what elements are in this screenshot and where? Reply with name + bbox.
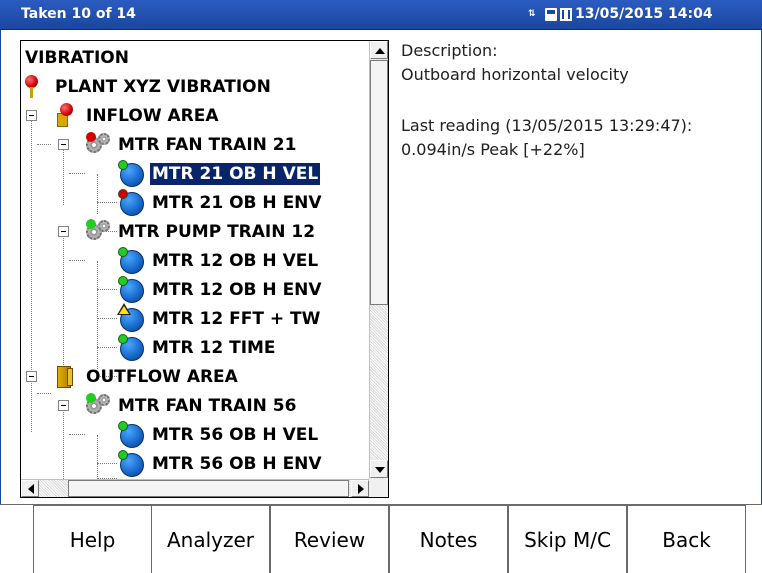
scroll-down-button[interactable] [370, 460, 388, 478]
main-content: VIBRATION PLANT XYZ VIBRATION INFLOW AREA M… [0, 30, 762, 504]
tree-node-vibration[interactable]: VIBRATION [23, 43, 131, 72]
tree-node-mtr-21-ob-h-vel[interactable]: MTR 21 OB H VEL [118, 159, 321, 188]
tree-guide-line [69, 173, 85, 174]
function-button-bar: Help Analyzer Review Notes Skip M/C Back [0, 504, 762, 573]
area-pin-icon [52, 102, 81, 129]
tree-node-outflow-area[interactable]: OUTFLOW AREA [52, 362, 240, 391]
tree-node-mtr-12-ob-h-env[interactable]: MTR 12 OB H ENV [118, 275, 324, 304]
details-panel: Description: Outboard horizontal velocit… [401, 39, 757, 162]
machine-gear-icon [84, 392, 113, 419]
tree-node-mtr-fan-train-21[interactable]: MTR FAN TRAIN 21 [84, 130, 298, 159]
tree-node-plant-xyz-vibration[interactable]: PLANT XYZ VIBRATION [21, 72, 273, 101]
tree-guide-line [97, 174, 98, 214]
help-button[interactable]: Help [33, 505, 152, 573]
tree-node-label: MTR PUMP TRAIN 12 [118, 221, 316, 242]
tree-guide-line [97, 463, 117, 464]
notes-button[interactable]: Notes [389, 505, 508, 573]
status-area: ⇅ 13/05/2015 14:04 [528, 6, 713, 22]
description-value: Outboard horizontal velocity [401, 65, 629, 84]
tree-node-mtr-12-fft-tw[interactable]: MTR 12 FFT + TW [117, 303, 322, 333]
tree-node-label: MTR 12 TIME [152, 337, 276, 358]
tree-node-label: MTR 21 OB H ENV [152, 192, 322, 213]
measurement-point-icon [118, 334, 147, 361]
tree-node-label: PLANT XYZ VIBRATION [55, 76, 271, 97]
scrollbar-corner [369, 479, 388, 497]
analyzer-button[interactable]: Analyzer [151, 505, 270, 573]
tree-node-mtr-56-ob-h-vel[interactable]: MTR 56 OB H VEL [118, 420, 320, 449]
measurement-point-icon [118, 450, 147, 477]
memory-card-icon [545, 7, 557, 21]
vertical-scroll-thumb[interactable] [370, 60, 388, 305]
tree-guide-line [63, 145, 64, 205]
last-reading-value: 0.094in/s Peak [+22%] [401, 140, 585, 159]
tree-guide-line [97, 347, 117, 348]
measurement-point-icon [118, 189, 147, 216]
route-tree[interactable]: VIBRATION PLANT XYZ VIBRATION INFLOW AREA M… [21, 41, 369, 479]
measurement-point-icon [118, 247, 147, 274]
tree-node-mtr-fan-train-56[interactable]: MTR FAN TRAIN 56 [84, 391, 298, 420]
skip-mc-button[interactable]: Skip M/C [508, 505, 627, 573]
tree-guide-line [37, 144, 51, 145]
area-folder-icon [52, 363, 81, 390]
tree-node-mtr-56-ob-h-env[interactable]: MTR 56 OB H ENV [118, 449, 324, 478]
tree-node-label: MTR 12 OB H ENV [152, 279, 322, 300]
machine-gear-icon [84, 218, 113, 245]
scroll-right-button[interactable] [351, 480, 369, 497]
tree-node-mtr-12-ob-h-vel[interactable]: MTR 12 OB H VEL [118, 246, 320, 275]
tree-guide-line [97, 318, 117, 319]
horizontal-scrollbar[interactable] [21, 479, 369, 497]
tree-node-label: VIBRATION [25, 47, 129, 68]
tree-guide-line [97, 261, 98, 369]
description-label: Description: [401, 41, 498, 60]
title-text: Taken 10 of 14 [21, 6, 136, 22]
vertical-scrollbar[interactable] [369, 41, 388, 479]
machine-gear-icon [84, 131, 113, 158]
measurement-point-icon [118, 421, 147, 448]
last-reading-label: Last reading (13/05/2015 13:29:47): [401, 116, 693, 135]
back-button[interactable]: Back [627, 505, 746, 573]
tree-node-label: INFLOW AREA [86, 105, 219, 126]
scroll-left-button[interactable] [21, 480, 39, 497]
route-tree-panel: VIBRATION PLANT XYZ VIBRATION INFLOW AREA M… [20, 40, 389, 498]
tree-guide-line [69, 260, 85, 261]
tree-node-label: MTR 12 OB H VEL [152, 250, 319, 271]
measurement-point-icon [117, 303, 147, 332]
tree-node-mtr-pump-train-12[interactable]: MTR PUMP TRAIN 12 [84, 217, 317, 246]
tree-guide-line [37, 393, 51, 394]
tree-guide-line [97, 435, 98, 479]
scroll-up-button[interactable] [370, 41, 388, 59]
tree-node-mtr-12-time[interactable]: MTR 12 TIME [118, 333, 278, 362]
tree-guide-line [31, 116, 32, 432]
title-bar: Taken 10 of 14 ⇅ 13/05/2015 14:04 [0, 0, 762, 30]
tree-guide-line [69, 434, 85, 435]
datetime-text: 13/05/2015 14:04 [575, 6, 713, 22]
tree-node-label: OUTFLOW AREA [86, 366, 238, 387]
tree-node-label: MTR 56 OB H VEL [152, 424, 319, 445]
pin-icon [21, 73, 50, 100]
collapse-toggle[interactable] [58, 139, 69, 150]
tree-guide-line [63, 232, 64, 377]
review-button[interactable]: Review [270, 505, 389, 573]
tree-node-label: MTR FAN TRAIN 21 [118, 134, 297, 155]
tree-guide-line [97, 202, 117, 203]
collapse-toggle[interactable] [58, 226, 69, 237]
battery-icon [560, 7, 572, 21]
tree-node-label: MTR 21 OB H VEL [150, 162, 321, 185]
connection-status-icon: ⇅ [528, 8, 536, 19]
horizontal-scroll-thumb[interactable] [68, 480, 349, 497]
collapse-toggle[interactable] [26, 371, 37, 382]
tree-guide-line [63, 406, 64, 479]
tree-node-label: MTR 12 FFT + TW [152, 308, 321, 329]
collapse-toggle[interactable] [26, 110, 37, 121]
measurement-point-icon [118, 276, 147, 303]
tree-node-label: MTR 56 OB H ENV [152, 453, 322, 474]
tree-node-inflow-area[interactable]: INFLOW AREA [52, 101, 221, 130]
tree-guide-line [97, 289, 117, 290]
tree-node-label: MTR FAN TRAIN 56 [118, 395, 297, 416]
measurement-point-icon [118, 160, 147, 187]
collapse-toggle[interactable] [58, 400, 69, 411]
tree-node-mtr-21-ob-h-env[interactable]: MTR 21 OB H ENV [118, 188, 324, 217]
